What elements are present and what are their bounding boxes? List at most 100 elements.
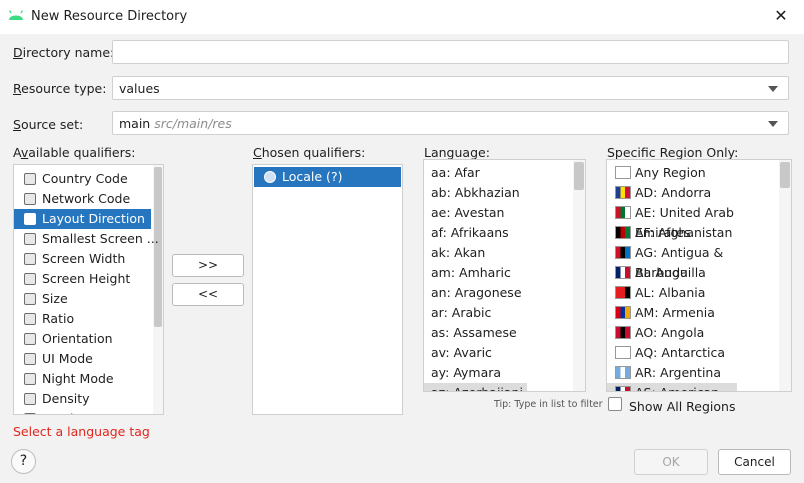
country-code-icon — [24, 173, 36, 185]
region-list[interactable]: Any Region AD: Andorra AE: United Arab Emi… — [606, 159, 792, 392]
language-list[interactable]: aa: Afar ab: Abkhazian ae: Avestan af: Afri… — [423, 159, 586, 392]
region-label: AO: Angola — [635, 325, 705, 340]
region-item[interactable]: AF: Afghanistan — [607, 223, 779, 243]
chevron-down-icon — [768, 121, 778, 127]
region-item[interactable]: AL: Albania — [607, 283, 779, 303]
language-item[interactable]: az: Azerbaijani — [424, 383, 527, 391]
flag-icon — [615, 246, 631, 259]
chosen-qualifiers-list[interactable]: Locale (?) — [252, 164, 403, 415]
android-icon — [8, 10, 24, 20]
directory-name-input[interactable] — [112, 40, 789, 64]
flag-icon — [615, 186, 631, 199]
chevron-down-icon — [768, 86, 778, 92]
flag-icon — [615, 226, 631, 239]
qualifier-label: Smallest Screen ... — [42, 231, 159, 246]
available-qualifiers-label: Available qualifiers: — [13, 145, 136, 160]
add-qualifier-button[interactable]: >> — [172, 254, 244, 277]
region-item[interactable]: AG: Antigua & Barbuda — [607, 243, 779, 280]
remove-qualifier-button[interactable]: << — [172, 283, 244, 306]
qualifier-label: Layout Direction — [42, 211, 145, 226]
region-label: AS: American Samoa — [635, 383, 737, 391]
language-item[interactable]: aa: Afar — [431, 163, 480, 183]
region-label: AI: Anguilla — [635, 265, 706, 280]
scrollbar-thumb[interactable] — [780, 162, 790, 188]
qualifier-label: Network Code — [42, 191, 131, 206]
flag-icon — [615, 206, 631, 219]
cancel-button[interactable]: Cancel — [718, 449, 791, 475]
layout-direction-icon — [24, 213, 36, 225]
region-item[interactable]: AE: United Arab Emirates — [607, 203, 779, 240]
qualifier-item[interactable]: Orientation — [14, 329, 151, 349]
region-item[interactable]: Any Region — [607, 163, 779, 183]
scrollbar[interactable] — [573, 160, 585, 391]
source-set-select[interactable]: main src/main/res — [112, 111, 789, 135]
qualifier-item[interactable]: Size — [14, 289, 151, 309]
qualifier-item[interactable]: Screen Width — [14, 249, 151, 269]
flag-icon — [615, 386, 631, 391]
region-label: AD: Andorra — [635, 185, 712, 200]
language-item[interactable]: af: Afrikaans — [431, 223, 509, 243]
region-item[interactable]: AD: Andorra — [607, 183, 779, 203]
qualifier-item[interactable]: Night Mode — [14, 369, 151, 389]
close-icon[interactable]: ✕ — [772, 7, 790, 25]
qualifier-label: Touch Screen — [42, 409, 125, 414]
qualifier-item[interactable]: Smallest Screen ... — [14, 229, 159, 249]
flag-icon — [615, 286, 631, 299]
language-item[interactable]: an: Aragonese — [431, 283, 522, 303]
chosen-qualifier-label: Locale (?) — [282, 169, 343, 184]
language-item[interactable]: av: Avaric — [431, 343, 492, 363]
flag-icon — [615, 346, 631, 359]
source-set-label: Source set: — [13, 117, 84, 132]
chosen-qualifier-item[interactable]: Locale (?) — [254, 167, 401, 187]
qualifier-item[interactable]: Screen Height — [14, 269, 151, 289]
language-item[interactable]: ay: Aymara — [431, 363, 501, 383]
network-code-icon — [24, 193, 36, 205]
screen-height-icon — [24, 273, 36, 285]
qualifier-label: Density — [42, 391, 90, 406]
qualifier-item[interactable]: Layout Direction — [14, 209, 151, 229]
language-item[interactable]: ab: Abkhazian — [431, 183, 520, 203]
region-label: Any Region — [635, 165, 706, 180]
available-qualifiers-list[interactable]: Country Code Network Code Layout Direction… — [13, 164, 164, 415]
scrollbar-thumb[interactable] — [574, 162, 584, 190]
language-item[interactable]: ak: Akan — [431, 243, 485, 263]
language-item[interactable]: ae: Avestan — [431, 203, 504, 223]
region-item[interactable]: AR: Argentina — [607, 363, 779, 383]
region-item[interactable]: AM: Armenia — [607, 303, 779, 323]
qualifier-label: Screen Width — [42, 251, 126, 266]
error-message: Select a language tag — [13, 424, 150, 439]
region-label: AM: Armenia — [635, 305, 715, 320]
show-all-regions-label: Show All Regions — [629, 399, 736, 414]
window-title: New Resource Directory — [31, 9, 188, 24]
region-label: AR: Argentina — [635, 365, 722, 380]
region-item[interactable]: AI: Anguilla — [607, 263, 779, 283]
scrollbar[interactable] — [153, 165, 163, 414]
globe-icon — [264, 171, 276, 183]
qualifier-item[interactable]: Density — [14, 389, 151, 409]
flag-icon — [615, 266, 631, 279]
scrollbar[interactable] — [779, 160, 791, 391]
qualifier-label: Night Mode — [42, 371, 114, 386]
region-item[interactable]: AQ: Antarctica — [607, 343, 779, 363]
resource-type-select[interactable]: values — [112, 76, 789, 100]
qualifier-item[interactable]: Country Code — [14, 169, 151, 189]
help-button[interactable]: ? — [11, 449, 36, 474]
orientation-icon — [24, 333, 36, 345]
region-item[interactable]: AS: American Samoa — [607, 383, 737, 391]
show-all-regions-checkbox[interactable] — [608, 397, 622, 411]
region-item[interactable]: AO: Angola — [607, 323, 779, 343]
flag-icon — [615, 366, 631, 379]
language-item[interactable]: am: Amharic — [431, 263, 511, 283]
language-item[interactable]: as: Assamese — [431, 323, 517, 343]
qualifier-item[interactable]: Ratio — [14, 309, 151, 329]
qualifier-item[interactable]: Network Code — [14, 189, 151, 209]
region-label: AL: Albania — [635, 285, 706, 300]
qualifier-label: Screen Height — [42, 271, 131, 286]
ratio-icon — [24, 313, 36, 325]
ok-button[interactable]: OK — [634, 449, 708, 475]
language-item[interactable]: ar: Arabic — [431, 303, 491, 323]
qualifier-item[interactable]: Touch Screen — [14, 409, 151, 414]
qualifier-label: Country Code — [42, 171, 128, 186]
qualifier-item[interactable]: UI Mode — [14, 349, 151, 369]
language-label: Language: — [424, 145, 490, 160]
